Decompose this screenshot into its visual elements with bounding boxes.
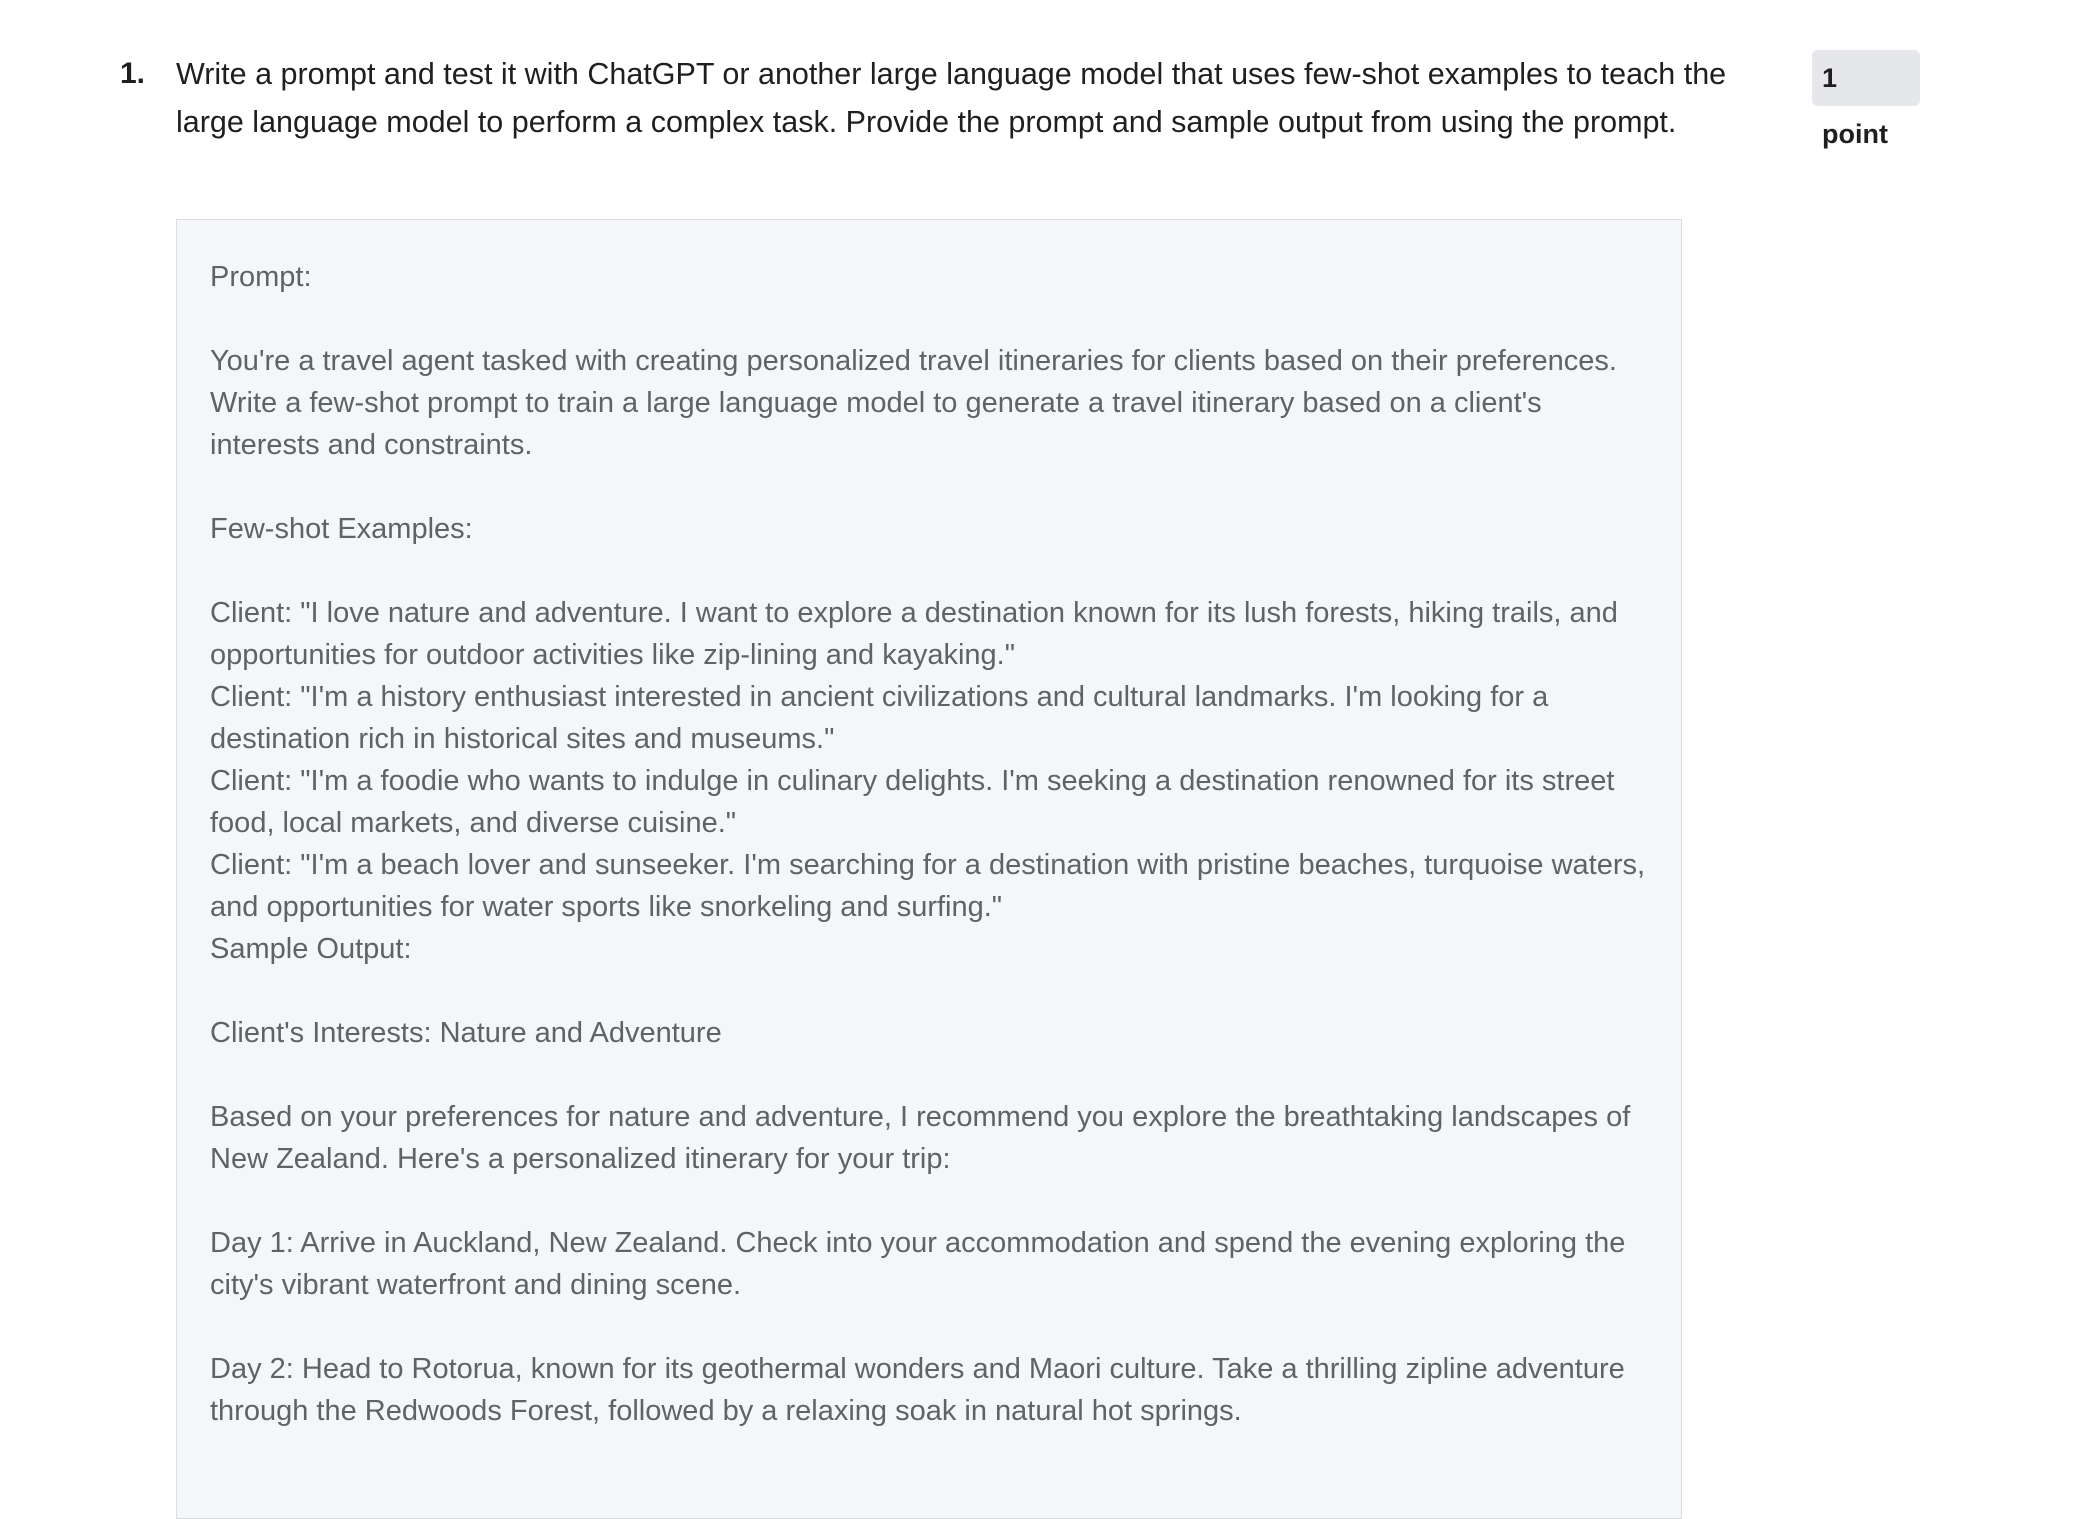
- recommendation-text: Based on your preferences for nature and…: [210, 1101, 1631, 1175]
- examples-label: Few-shot Examples:: [210, 513, 473, 545]
- question-number: 1.: [120, 57, 146, 90]
- itinerary-day-1: Day 1: Arrive in Auckland, New Zealand. …: [210, 1227, 1626, 1301]
- question-text: Write a prompt and test it with ChatGPT …: [176, 57, 1727, 139]
- client-interests: Client's Interests: Nature and Adventure: [210, 1017, 722, 1049]
- answer-textarea[interactable]: Prompt: You're a travel agent tasked wit…: [176, 219, 1682, 1519]
- prompt-label: Prompt:: [210, 261, 312, 293]
- example-3: Client: "I'm a foodie who wants to indul…: [210, 765, 1615, 839]
- prompt-body: You're a travel agent tasked with creati…: [210, 345, 1617, 461]
- itinerary-day-2: Day 2: Head to Rotorua, known for its ge…: [210, 1353, 1625, 1427]
- example-2: Client: "I'm a history enthusiast intere…: [210, 681, 1549, 755]
- example-4: Client: "I'm a beach lover and sunseeker…: [210, 849, 1646, 923]
- sample-output-label: Sample Output:: [210, 933, 412, 965]
- points-badge: 1 point: [1812, 50, 1920, 149]
- example-1: Client: "I love nature and adventure. I …: [210, 597, 1618, 671]
